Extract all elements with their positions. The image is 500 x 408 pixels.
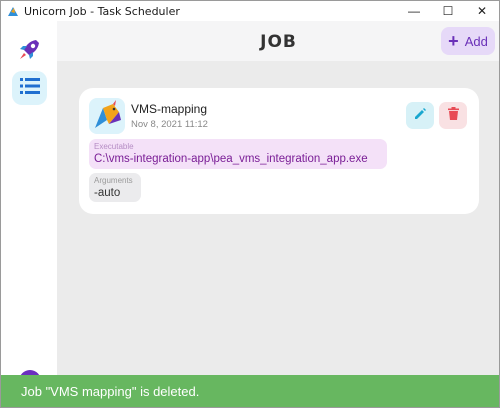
job-date: Nov 8, 2021 11:12 xyxy=(131,119,208,130)
executable-field: Executable C:\vms-integration-app\pea_vm… xyxy=(89,139,387,169)
sidebar xyxy=(1,21,57,407)
job-name: VMS-mapping xyxy=(131,102,208,116)
app-unicorn-icon xyxy=(7,5,19,17)
unicorn-icon xyxy=(89,98,125,134)
maximize-button[interactable]: ☐ xyxy=(431,1,465,21)
list-icon xyxy=(19,77,40,100)
window-controls: — ☐ ✕ xyxy=(397,1,499,21)
edit-button[interactable] xyxy=(406,102,434,129)
snackbar-message: Job "VMS mapping" is deleted. xyxy=(21,384,200,399)
title-bar: Unicorn Job - Task Scheduler — ☐ ✕ xyxy=(1,1,499,21)
arguments-label: Arguments xyxy=(94,176,133,185)
rocket-icon[interactable] xyxy=(16,37,42,63)
window-title: Unicorn Job - Task Scheduler xyxy=(24,4,180,18)
page-header: JOB + Add xyxy=(57,21,499,61)
pencil-icon xyxy=(414,107,427,125)
add-job-button[interactable]: + Add xyxy=(441,27,495,55)
executable-label: Executable xyxy=(94,142,134,151)
app-window: Unicorn Job - Task Scheduler — ☐ ✕ JOB +… xyxy=(0,0,500,408)
snackbar: Job "VMS mapping" is deleted. xyxy=(1,375,499,407)
arguments-value: -auto xyxy=(94,187,121,199)
job-card[interactable]: VMS-mapping Nov 8, 2021 11:12 Executable… xyxy=(79,88,479,214)
executable-value: C:\vms-integration-app\pea_vms_integrati… xyxy=(94,153,368,165)
arguments-field: Arguments -auto xyxy=(89,173,141,202)
add-button-label: Add xyxy=(464,33,488,49)
minimize-button[interactable]: — xyxy=(397,1,431,21)
plus-icon: + xyxy=(448,31,459,51)
close-button[interactable]: ✕ xyxy=(465,1,499,21)
page-title: JOB xyxy=(260,32,297,52)
trash-icon xyxy=(447,106,459,125)
delete-button[interactable] xyxy=(439,102,467,129)
main-content: VMS-mapping Nov 8, 2021 11:12 Executable… xyxy=(57,61,499,375)
sidebar-item-jobs[interactable] xyxy=(12,71,47,105)
